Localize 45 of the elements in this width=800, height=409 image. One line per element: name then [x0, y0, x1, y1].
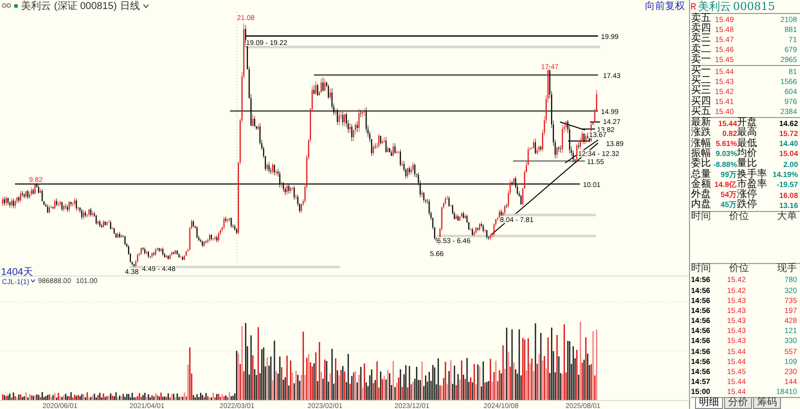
stock-name: 美利云: [21, 0, 51, 12]
adjust-link[interactable]: 向前复权: [645, 0, 685, 12]
stat-label: 涨幅: [691, 138, 712, 149]
order-label: 买三: [691, 86, 712, 96]
panel-tab[interactable]: 明细: [695, 398, 723, 409]
stat-label: 外盘: [691, 190, 712, 200]
stat-label: 最低: [737, 138, 758, 149]
order-label: 买五: [691, 106, 712, 117]
stat-label: 市盈率: [737, 180, 768, 190]
stat-label: 金额: [691, 180, 712, 190]
day-span-label: 1404天: [1, 267, 34, 278]
column-header: 价位: [729, 212, 750, 222]
column-header: 时间: [691, 212, 712, 222]
order-label: 买四: [691, 96, 712, 107]
stock-code: 000815: [733, 0, 775, 13]
column-header: 时间: [691, 264, 712, 274]
stat-label: 总量: [691, 170, 712, 180]
stock-code: (深证 000815): [54, 0, 117, 12]
caret-icon[interactable]: [30, 279, 36, 283]
stat-label: 最高: [737, 128, 758, 138]
stat-label: 跌停: [737, 200, 758, 210]
panel-tab[interactable]: 分价: [724, 398, 752, 409]
column-header: 大单: [776, 212, 797, 222]
panel-tab[interactable]: 筹码: [753, 398, 781, 409]
glasses-icon[interactable]: [2, 3, 11, 8]
order-label: 卖二: [691, 44, 712, 55]
period-selector[interactable]: 日线: [120, 0, 140, 12]
caret-icon[interactable]: [142, 4, 149, 8]
status-dot-icon: [14, 4, 18, 8]
stat-label: 均价: [737, 148, 758, 159]
stat-label: 振幅: [691, 148, 712, 159]
column-header: 价位: [729, 264, 750, 274]
stat-label: 内盘: [691, 200, 712, 210]
order-label: 卖一: [691, 54, 712, 65]
column-header: 现手: [776, 264, 797, 274]
stat-label: 委比: [691, 159, 712, 170]
stat-label: 换手率: [737, 170, 768, 180]
stat-label: 涨跌: [691, 128, 712, 138]
order-label: 卖三: [691, 34, 712, 44]
r-badge-icon: [691, 3, 696, 10]
order-label: 买一: [691, 66, 712, 76]
order-label: 买二: [691, 76, 712, 86]
stat-label: 量比: [737, 159, 757, 170]
stock-title: 美利云: [698, 0, 731, 13]
stat-label: 开盘: [737, 118, 758, 128]
